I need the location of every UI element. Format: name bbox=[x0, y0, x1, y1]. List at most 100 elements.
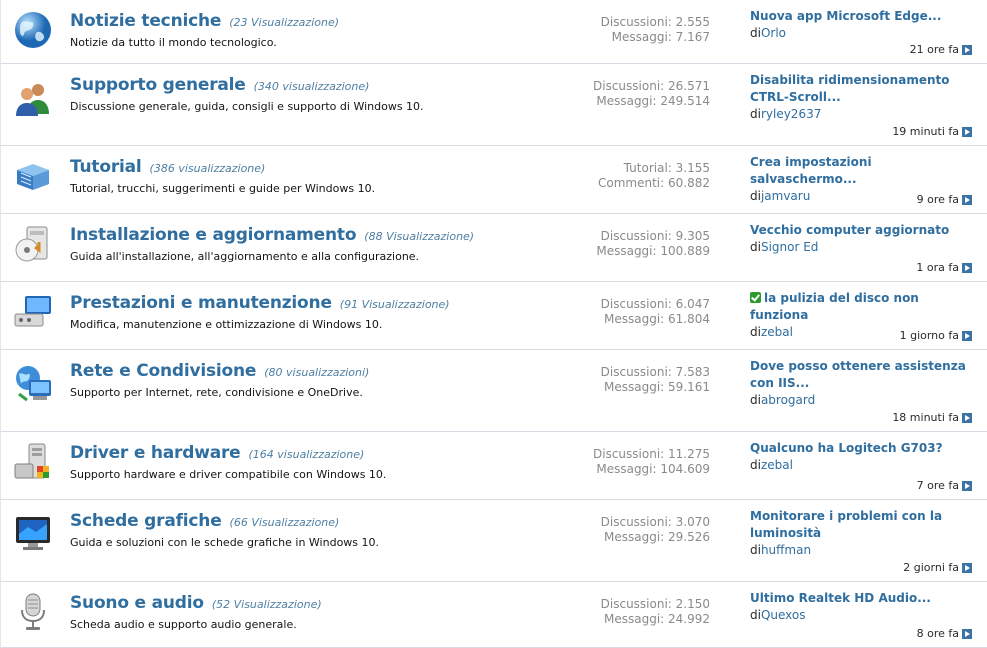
last-post-user-link[interactable]: abrogard bbox=[761, 393, 815, 407]
last-post-title-text: Monitorare i problemi con la luminosità bbox=[750, 509, 943, 540]
last-post-title-link[interactable]: Nuova app Microsoft Edge... bbox=[750, 8, 975, 25]
last-post: Ultimo Realtek HD Audio... diQuexos bbox=[750, 590, 975, 623]
last-post-user-link[interactable]: zebal bbox=[761, 325, 793, 339]
install-disc-icon bbox=[13, 224, 53, 264]
last-post-user-link[interactable]: zebal bbox=[761, 458, 793, 472]
forum-title-link[interactable]: Driver e hardware bbox=[70, 443, 241, 463]
forum-stat-posts: Messaggi: 100.889 bbox=[596, 244, 710, 258]
last-post-user-link[interactable]: Signor Ed bbox=[761, 240, 818, 254]
last-post: Monitorare i problemi con la luminosità … bbox=[750, 508, 975, 558]
last-post-time-text: 2 giorni fa bbox=[903, 561, 959, 574]
last-post-time-text: 7 ore fa bbox=[916, 479, 959, 492]
forum-stat-threads: Discussioni: 7.583 bbox=[600, 365, 710, 379]
hardware-tower-icon bbox=[13, 442, 53, 482]
last-post-title-link[interactable]: la pulizia del disco non funziona bbox=[750, 290, 975, 324]
last-post-time: 9 ore fa bbox=[917, 193, 972, 206]
go-to-last-post-icon[interactable] bbox=[962, 44, 972, 55]
forum-views-count: (88 Visualizzazione) bbox=[364, 230, 475, 243]
forum-row: Supporto generale (340 visualizzazione) D… bbox=[0, 64, 987, 146]
network-globe-icon bbox=[13, 364, 53, 404]
go-to-last-post-icon[interactable] bbox=[962, 126, 972, 137]
forum-stats: Discussioni: 3.070 Messaggi: 29.526 bbox=[540, 515, 710, 545]
forum-views-count: (80 visualizzazioni) bbox=[264, 366, 370, 379]
forum-title-link[interactable]: Suono e audio bbox=[70, 593, 204, 613]
last-post-by-prefix: di bbox=[750, 107, 761, 121]
last-post-title-text: Dove posso ottenere assistenza con IIS..… bbox=[750, 359, 966, 390]
last-post-user-link[interactable]: huffman bbox=[761, 543, 811, 557]
forum-stat-posts: Commenti: 60.882 bbox=[598, 176, 710, 190]
forum-description: Scheda audio e supporto audio generale. bbox=[70, 618, 297, 631]
last-post: Nuova app Microsoft Edge... diOrlo bbox=[750, 8, 975, 41]
last-post-time: 8 ore fa bbox=[917, 627, 972, 640]
go-to-last-post-icon[interactable] bbox=[962, 262, 972, 273]
forum-stat-posts: Messaggi: 59.161 bbox=[603, 380, 710, 394]
go-to-last-post-icon[interactable] bbox=[962, 330, 972, 341]
solved-check-icon bbox=[750, 292, 761, 303]
forum-stat-posts: Messaggi: 61.804 bbox=[603, 312, 710, 326]
forum-stats: Discussioni: 2.555 Messaggi: 7.167 bbox=[540, 15, 710, 45]
forum-title-link[interactable]: Notizie tecniche bbox=[70, 11, 221, 31]
go-to-last-post-icon[interactable] bbox=[962, 628, 972, 639]
last-post-author: dizebal bbox=[750, 457, 975, 473]
last-post-author: diabrogard bbox=[750, 392, 975, 408]
last-post-title-text: Qualcuno ha Logitech G703? bbox=[750, 441, 943, 455]
forum-stats: Discussioni: 6.047 Messaggi: 61.804 bbox=[540, 297, 710, 327]
users-icon bbox=[13, 78, 53, 118]
forum-stat-posts: Messaggi: 24.992 bbox=[603, 612, 710, 626]
go-to-last-post-icon[interactable] bbox=[962, 562, 972, 573]
last-post-time: 1 ora fa bbox=[916, 261, 972, 274]
forum-title-link[interactable]: Rete e Condivisione bbox=[70, 361, 256, 381]
forum-row: Schede grafiche (66 Visualizzazione) Guid… bbox=[0, 500, 987, 582]
forum-stat-posts: Messaggi: 104.609 bbox=[596, 462, 710, 476]
forum-description: Modifica, manutenzione e ottimizzazione … bbox=[70, 318, 383, 331]
go-to-last-post-icon[interactable] bbox=[962, 194, 972, 205]
last-post-user-link[interactable]: Quexos bbox=[761, 608, 806, 622]
forum-views-count: (164 visualizzazione) bbox=[248, 448, 365, 461]
last-post-title-text: Disabilita ridimensionamento CTRL-Scroll… bbox=[750, 73, 950, 104]
forum-stat-threads: Discussioni: 3.070 bbox=[600, 515, 710, 529]
last-post-by-prefix: di bbox=[750, 189, 761, 203]
forum-stat-posts: Messaggi: 7.167 bbox=[611, 30, 710, 44]
last-post-title-link[interactable]: Vecchio computer aggiornato bbox=[750, 222, 975, 239]
go-to-last-post-icon[interactable] bbox=[962, 480, 972, 491]
last-post-time: 7 ore fa bbox=[917, 479, 972, 492]
last-post-by-prefix: di bbox=[750, 26, 761, 40]
forum-stats: Discussioni: 2.150 Messaggi: 24.992 bbox=[540, 597, 710, 627]
globe-icon bbox=[13, 10, 53, 50]
last-post-user-link[interactable]: ryley2637 bbox=[761, 107, 821, 121]
forum-title-link[interactable]: Installazione e aggiornamento bbox=[70, 225, 356, 245]
forum-stat-threads: Discussioni: 9.305 bbox=[600, 229, 710, 243]
last-post-user-link[interactable]: Orlo bbox=[761, 26, 786, 40]
last-post-author: diryley2637 bbox=[750, 106, 975, 122]
last-post-by-prefix: di bbox=[750, 325, 761, 339]
forum-row: Notizie tecniche (23 Visualizzazione) Not… bbox=[0, 0, 987, 64]
last-post-by-prefix: di bbox=[750, 543, 761, 557]
forum-stat-threads: Discussioni: 11.275 bbox=[593, 447, 710, 461]
last-post-user-link[interactable]: jamvaru bbox=[761, 189, 810, 203]
forum-title-link[interactable]: Supporto generale bbox=[70, 75, 246, 95]
last-post-title-link[interactable]: Monitorare i problemi con la luminosità bbox=[750, 508, 975, 542]
last-post-title-text: Crea impostazioni salvaschermo... bbox=[750, 155, 872, 186]
last-post-by-prefix: di bbox=[750, 608, 761, 622]
last-post-time: 21 ore fa bbox=[910, 43, 972, 56]
forum-title-link[interactable]: Schede grafiche bbox=[70, 511, 222, 531]
forum-title-link[interactable]: Tutorial bbox=[70, 157, 142, 177]
last-post-author: diQuexos bbox=[750, 607, 975, 623]
forum-row: Driver e hardware (164 visualizzazione) S… bbox=[0, 432, 987, 500]
last-post-title-link[interactable]: Ultimo Realtek HD Audio... bbox=[750, 590, 975, 607]
last-post-time-text: 1 giorno fa bbox=[899, 329, 959, 342]
go-to-last-post-icon[interactable] bbox=[962, 412, 972, 423]
last-post-title-text: la pulizia del disco non funziona bbox=[750, 291, 919, 322]
last-post-time-text: 8 ore fa bbox=[916, 627, 959, 640]
book-icon bbox=[13, 156, 53, 196]
forum-row: Suono e audio (52 Visualizzazione) Scheda… bbox=[0, 582, 987, 648]
last-post-by-prefix: di bbox=[750, 393, 761, 407]
last-post-title-link[interactable]: Crea impostazioni salvaschermo... bbox=[750, 154, 975, 188]
last-post-title-link[interactable]: Dove posso ottenere assistenza con IIS..… bbox=[750, 358, 975, 392]
last-post-title-link[interactable]: Qualcuno ha Logitech G703? bbox=[750, 440, 975, 457]
last-post: Qualcuno ha Logitech G703? dizebal bbox=[750, 440, 975, 473]
last-post-by-prefix: di bbox=[750, 240, 761, 254]
last-post-title-link[interactable]: Disabilita ridimensionamento CTRL-Scroll… bbox=[750, 72, 975, 106]
last-post-author: diOrlo bbox=[750, 25, 975, 41]
forum-title-link[interactable]: Prestazioni e manutenzione bbox=[70, 293, 332, 313]
